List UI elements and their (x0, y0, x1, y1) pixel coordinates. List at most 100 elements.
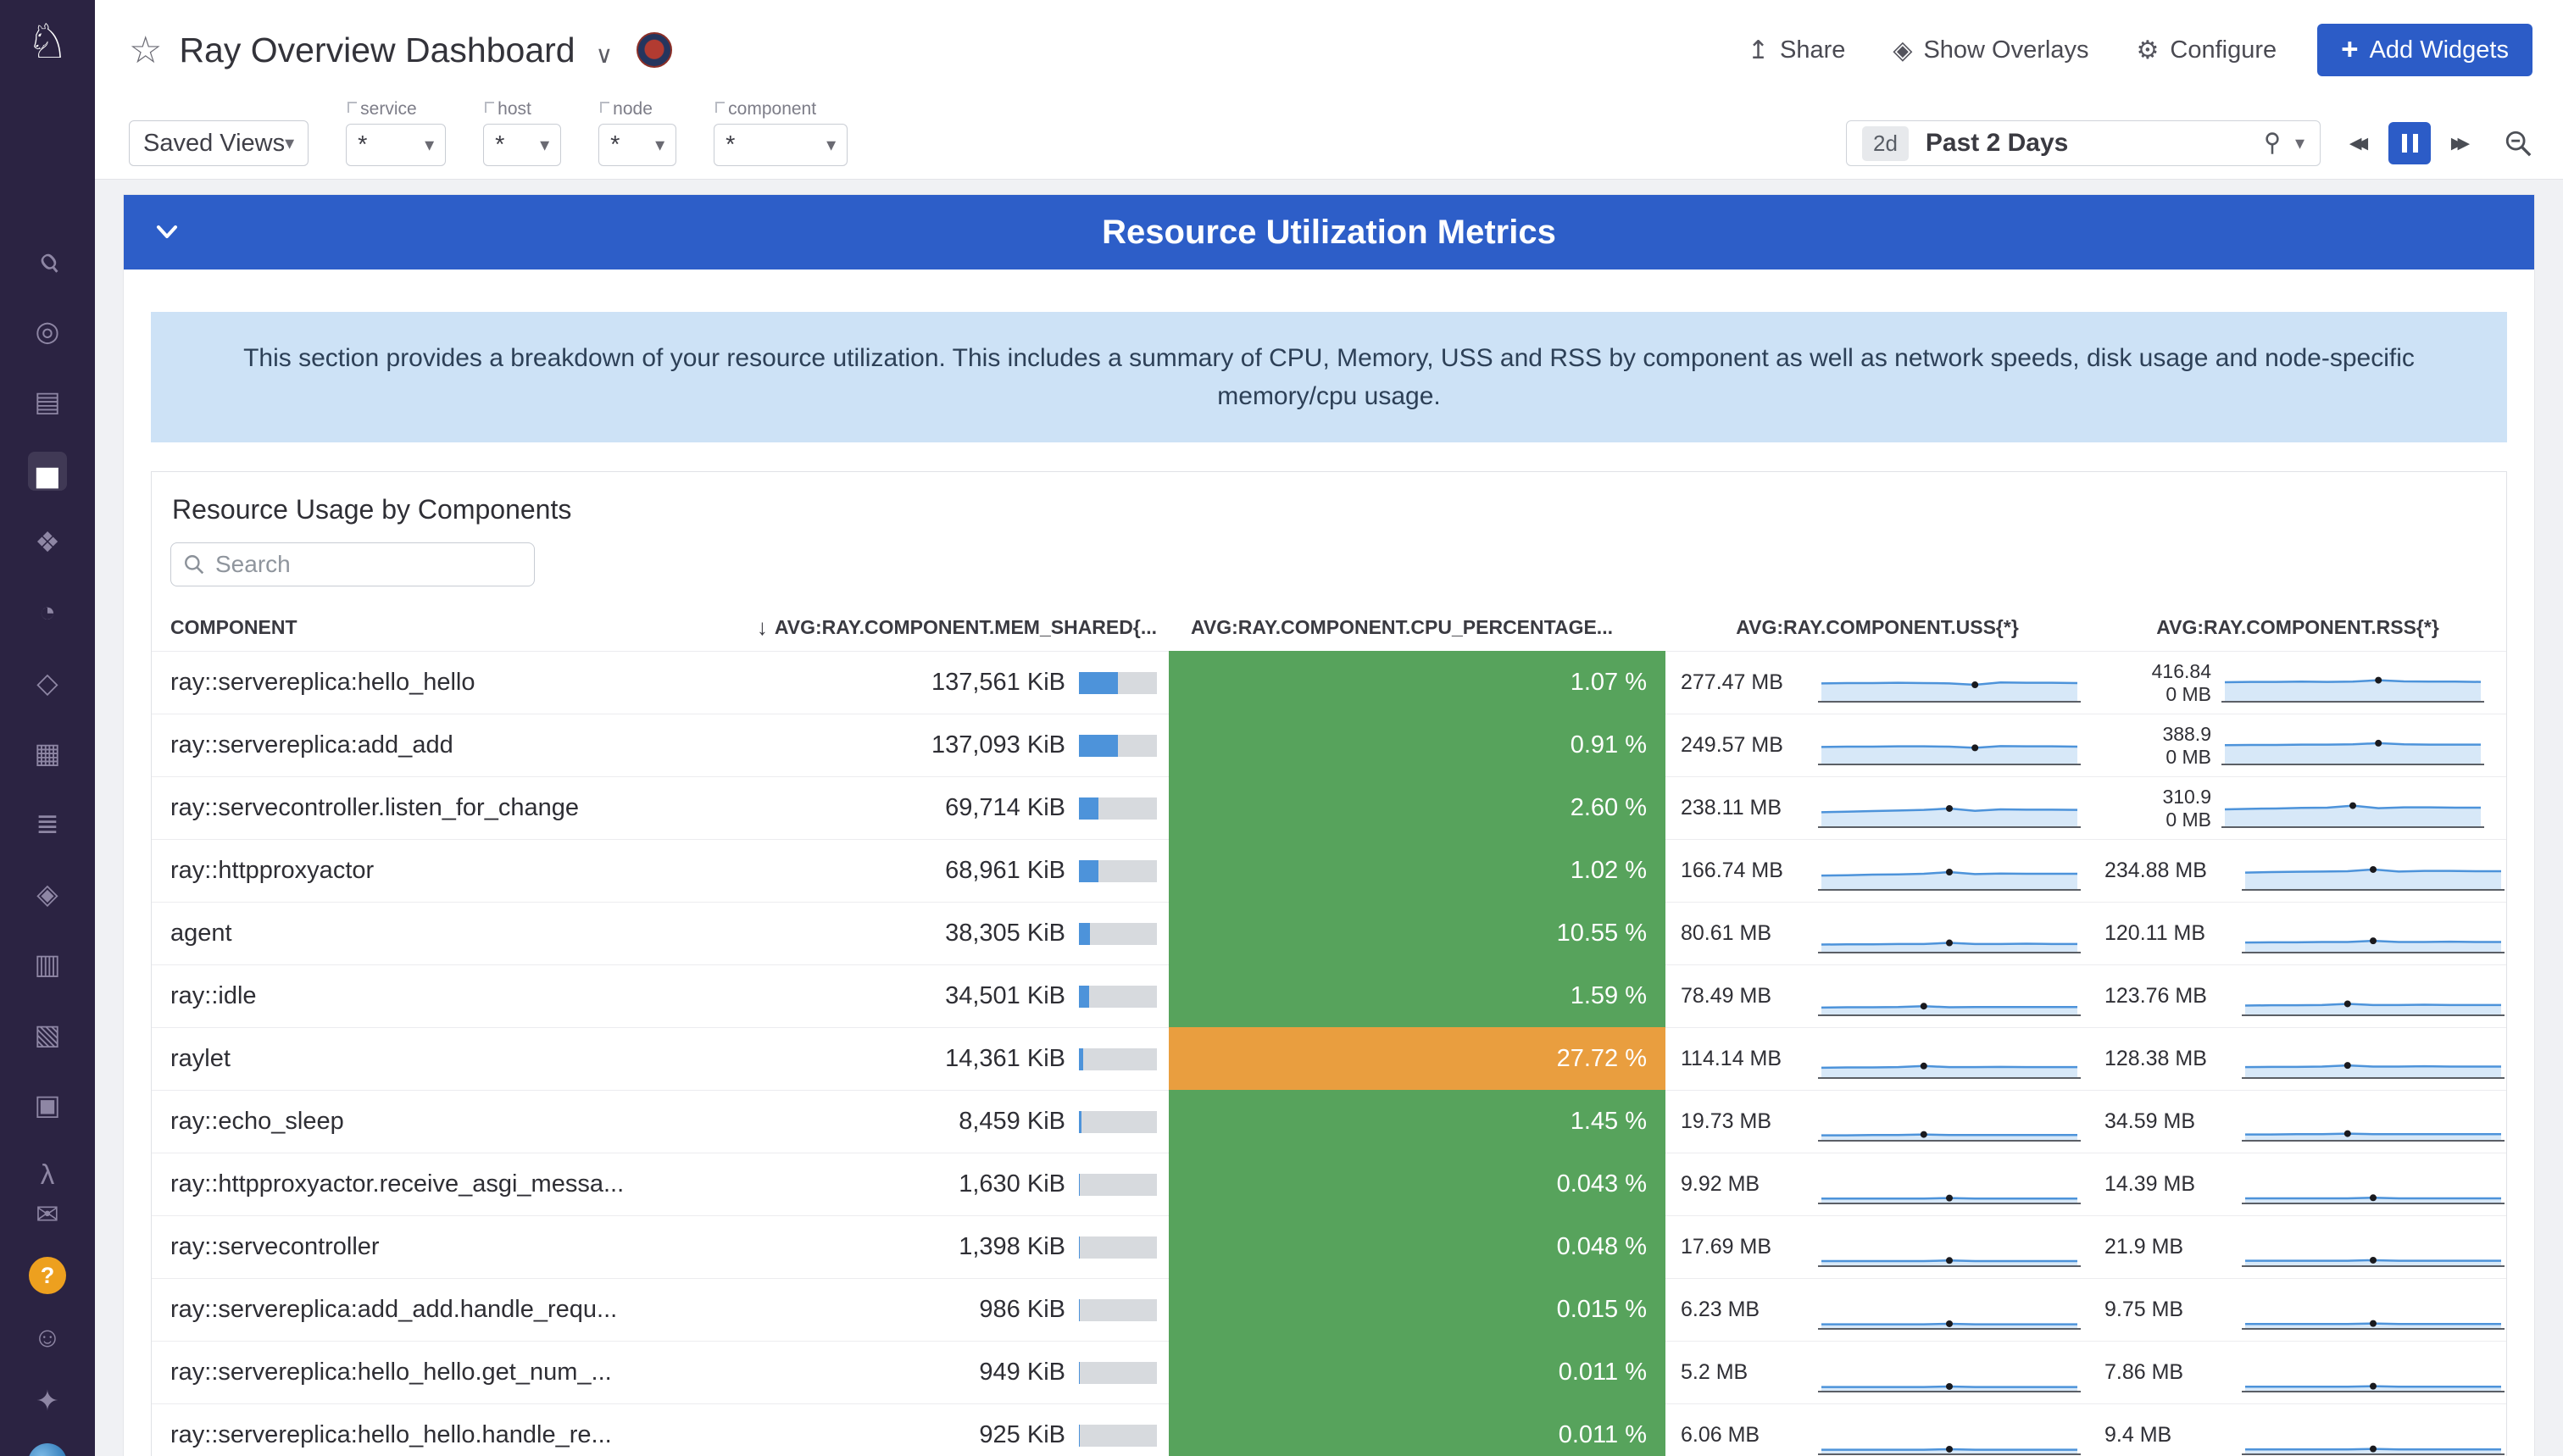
metrics-icon[interactable]: ▅ (28, 452, 67, 491)
user-avatar[interactable] (28, 1443, 67, 1456)
rss-value: 14.39 MB (2104, 1172, 2232, 1197)
time-chevron-down-icon[interactable]: ▾ (2295, 132, 2304, 154)
filter-select-component[interactable]: *▾ (714, 124, 848, 166)
cpu-percentage-cell: 0.043 % (1169, 1153, 1665, 1215)
component-search[interactable] (170, 542, 535, 586)
events-icon[interactable]: ▤ (28, 381, 67, 420)
sparkline-chart (1818, 725, 2081, 766)
cpu-percentage-cell: 0.011 % (1169, 1403, 1665, 1456)
table-row[interactable]: ray::httpproxyactor68,961 KiB1.02 %166.7… (152, 839, 2506, 902)
column-header-component[interactable]: COMPONENT (152, 616, 677, 639)
mem-shared-cell: 1,398 KiB (677, 1215, 1169, 1278)
apm-icon[interactable]: ≣ (28, 803, 67, 842)
table-row[interactable]: ray::servereplica:hello_hello.handle_re.… (152, 1403, 2506, 1456)
add-widgets-button[interactable]: + Add Widgets (2317, 24, 2532, 76)
table-row[interactable]: raylet14,361 KiB27.72 %114.14 MB128.38 M… (152, 1027, 2506, 1090)
serverless-icon[interactable]: λ (28, 1155, 67, 1194)
synthetics-icon[interactable]: ◇ (28, 663, 67, 702)
mem-bar-track (1079, 986, 1157, 1008)
cpu-percentage-cell: 1.02 % (1169, 839, 1665, 902)
mem-bar-fill (1079, 986, 1089, 1008)
mem-shared-value: 1,398 KiB (959, 1233, 1065, 1261)
dashboards-icon[interactable]: ▦ (28, 733, 67, 772)
search-icon[interactable]: ϙ (20, 233, 75, 288)
filter-group-service: service *▾ (346, 99, 446, 166)
watchdog-icon[interactable]: ◎ (28, 311, 67, 350)
favorite-star-icon[interactable]: ☆ (129, 29, 162, 72)
time-forward-button[interactable]: ▶▶ (2439, 122, 2482, 164)
notebooks-icon[interactable]: ▧ (28, 1014, 67, 1053)
component-name: agent (152, 902, 677, 964)
mem-bar-fill (1079, 672, 1118, 694)
rss-cell: 128.38 MB (2089, 1027, 2506, 1090)
mem-shared-value: 949 KiB (979, 1359, 1065, 1387)
zoom-out-button[interactable] (2504, 129, 2532, 158)
cpu-percentage-cell: 1.45 % (1169, 1090, 1665, 1153)
cpu-percentage-value: 0.011 % (1559, 1359, 1647, 1387)
logs-icon[interactable]: ▥ (28, 944, 67, 983)
template-variable-filters: service*▾host*▾node*▾component*▾ (309, 99, 848, 166)
saved-views-dropdown[interactable]: Saved Views ▾ (129, 120, 309, 166)
filter-label-service: service (347, 99, 446, 119)
uss-cell: 114.14 MB (1665, 1027, 2089, 1090)
mem-bar-track (1079, 1425, 1157, 1447)
mem-shared-cell: 34,501 KiB (677, 964, 1169, 1027)
configure-button[interactable]: ⚙ Configure (2136, 36, 2277, 65)
table-row[interactable]: ray::servereplica:add_add137,093 KiB0.91… (152, 714, 2506, 776)
column-header-rss[interactable]: AVG:RAY.COMPONENT.RSS{*} (2089, 616, 2506, 639)
filter-select-service[interactable]: *▾ (346, 124, 446, 166)
uss-cell: 9.92 MB (1665, 1153, 2089, 1215)
table-row[interactable]: ray::servecontroller.listen_for_change69… (152, 776, 2506, 839)
service-map-icon[interactable]: ◈ (28, 874, 67, 913)
table-row[interactable]: ray::servereplica:hello_hello137,561 KiB… (152, 651, 2506, 714)
table-row[interactable]: ray::servereplica:hello_hello.get_num_..… (152, 1341, 2506, 1403)
share-button[interactable]: ↥ Share (1748, 36, 1846, 65)
time-backward-button[interactable]: ◀◀ (2338, 122, 2380, 164)
sparkline-chart (2242, 1290, 2505, 1331)
search-input[interactable] (215, 551, 522, 578)
show-overlays-button[interactable]: ◈ Show Overlays (1893, 36, 2088, 65)
column-header-mem-shared[interactable]: ↓ AVG:RAY.COMPONENT.MEM_SHARED{... (677, 614, 1169, 641)
column-header-cpu-percentage[interactable]: AVG:RAY.COMPONENT.CPU_PERCENTAGE... (1169, 616, 1665, 639)
cpu-percentage-cell: 2.60 % (1169, 776, 1665, 839)
table-row[interactable]: agent38,305 KiB10.55 %80.61 MB120.11 MB (152, 902, 2506, 964)
monitors-icon[interactable]: ◔ (28, 592, 67, 631)
widget-title: Resource Usage by Components (152, 472, 2506, 537)
rss-cell: 416.840 MB (2089, 651, 2506, 714)
section-header[interactable]: Resource Utilization Metrics (124, 195, 2534, 270)
filter-label-host: host (485, 99, 561, 119)
column-header-uss[interactable]: AVG:RAY.COMPONENT.USS{*} (1665, 616, 2089, 639)
table-row[interactable]: ray::httpproxyactor.receive_asgi_messa..… (152, 1153, 2506, 1215)
ai-assistant-icon[interactable]: ✦ (28, 1381, 67, 1420)
component-name: ray::servereplica:add_add (152, 714, 677, 776)
sparkline-chart (1818, 1039, 2081, 1080)
security-icon[interactable]: ▣ (28, 1085, 67, 1124)
component-name: ray::servereplica:hello_hello.handle_re.… (152, 1403, 677, 1456)
cpu-percentage-cell: 1.59 % (1169, 964, 1665, 1027)
org-icon[interactable]: ☺ (28, 1318, 67, 1357)
pause-button[interactable] (2388, 122, 2431, 164)
table-row[interactable]: ray::idle34,501 KiB1.59 %78.49 MB123.76 … (152, 964, 2506, 1027)
mem-shared-value: 1,630 KiB (959, 1170, 1065, 1198)
component-name: ray::httpproxyactor.receive_asgi_messa..… (152, 1153, 677, 1215)
gear-icon: ⚙ (2136, 36, 2159, 65)
table-row[interactable]: ray::servecontroller1,398 KiB0.048 %17.6… (152, 1215, 2506, 1278)
title-chevron-down-icon[interactable]: ∨ (596, 41, 614, 69)
table-row[interactable]: ray::servereplica:add_add.handle_requ...… (152, 1278, 2506, 1341)
pin-icon[interactable] (2263, 131, 2282, 155)
time-range-picker[interactable]: 2d Past 2 Days ▾ (1846, 120, 2321, 166)
help-icon[interactable]: ? (29, 1257, 66, 1294)
sparkline-chart (2242, 914, 2505, 954)
mem-shared-value: 137,093 KiB (931, 731, 1065, 759)
infrastructure-icon[interactable]: ❖ (28, 522, 67, 561)
table-row[interactable]: ray::echo_sleep8,459 KiB1.45 %19.73 MB34… (152, 1090, 2506, 1153)
sparkline-chart (2221, 725, 2484, 766)
support-chat-icon[interactable]: ✉ (28, 1194, 67, 1233)
collapse-chevron-icon[interactable] (154, 224, 180, 241)
component-name: ray::servecontroller.listen_for_change (152, 776, 677, 839)
filter-row: Saved Views ▾ service*▾host*▾node*▾compo… (95, 100, 2563, 180)
column-header-mem-label: AVG:RAY.COMPONENT.MEM_SHARED{... (775, 616, 1157, 639)
datadog-logo[interactable]: ♘ (26, 12, 69, 71)
filter-select-node[interactable]: *▾ (598, 124, 676, 166)
filter-select-host[interactable]: *▾ (483, 124, 561, 166)
